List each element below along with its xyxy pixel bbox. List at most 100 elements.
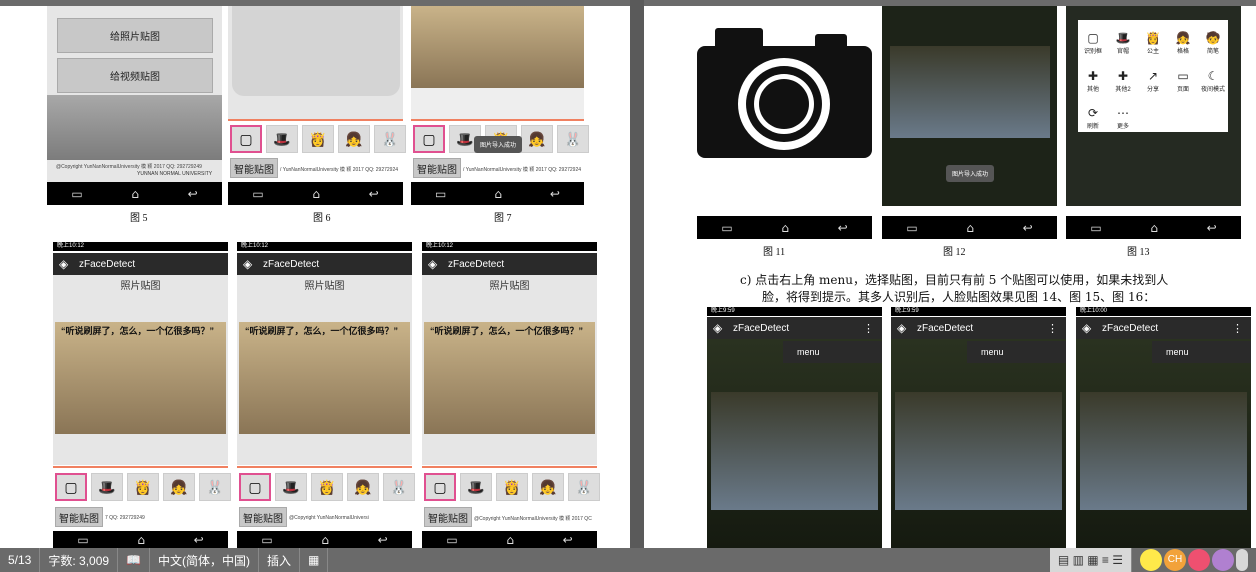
menu-grid-item[interactable]: ⋯ 更多 (1108, 95, 1138, 132)
sticker-hat[interactable]: 🎩 (460, 473, 492, 501)
sticker-gege[interactable]: 👧 (521, 125, 553, 153)
macro-icon[interactable]: ▦ (300, 548, 329, 572)
spellcheck-icon[interactable]: 📖 (118, 548, 151, 572)
recent-icon[interactable]: ▭ (446, 533, 457, 547)
sticker-frame[interactable]: ▢ (55, 473, 87, 501)
word-count[interactable]: 字数: 3,009 (40, 548, 119, 572)
home-icon[interactable]: ⌂ (966, 221, 974, 235)
sticker-frame[interactable]: ▢ (424, 473, 456, 501)
sticker-bunny[interactable]: 🐰 (568, 473, 600, 501)
menu-item[interactable]: menu (1152, 341, 1251, 363)
menu-grid-item[interactable]: 🎩 官帽 (1108, 20, 1138, 57)
insert-mode[interactable]: 插入 (259, 548, 301, 572)
home-icon[interactable]: ⌂ (321, 533, 329, 547)
smart-sticker-button[interactable]: 智能贴图 (413, 158, 461, 178)
photo-sticker-button[interactable]: 给照片贴图 (57, 18, 213, 53)
sticker-bunny[interactable]: 🐰 (374, 125, 406, 153)
back-icon[interactable]: ↩ (378, 533, 388, 547)
recent-icon[interactable]: ▭ (435, 187, 446, 201)
paragraph-line-2: 脸，将得到提示。其多人识别后，人脸贴图效果见图 14、图 15、图 16： (762, 290, 1156, 304)
menu-grid-item[interactable]: 👸 公主 (1138, 20, 1168, 57)
sticker-hat[interactable]: 🎩 (91, 473, 123, 501)
home-icon[interactable]: ⌂ (506, 533, 514, 547)
back-icon[interactable]: ↩ (563, 533, 573, 547)
back-icon[interactable]: ↩ (1207, 221, 1217, 235)
sticker-gege[interactable]: 👧 (532, 473, 564, 501)
sticker-bunny[interactable]: 🐰 (199, 473, 231, 501)
sticker-gege[interactable]: 👧 (163, 473, 195, 501)
menu-grid-item[interactable]: 👧 格格 (1168, 20, 1198, 57)
overflow-menu-icon[interactable]: ⋮ (1232, 322, 1243, 335)
menu-item[interactable]: menu (783, 341, 882, 363)
home-icon[interactable]: ⌂ (781, 221, 789, 235)
back-icon[interactable]: ↩ (838, 221, 848, 235)
back-icon[interactable]: ↩ (188, 187, 198, 201)
ime-logo-icon[interactable] (1140, 549, 1162, 571)
menu-grid-item[interactable]: 🧒 简笔 (1198, 20, 1228, 57)
recent-icon[interactable]: ▭ (1090, 221, 1101, 235)
home-icon[interactable]: ⌂ (137, 533, 145, 547)
portrait-photo (411, 6, 584, 88)
home-icon[interactable]: ⌂ (494, 187, 502, 201)
grid-item-icon: ⋯ (1117, 105, 1129, 120)
language-indicator[interactable]: 中文(简体，中国) (150, 548, 260, 572)
android-nav-bar: ▭ ⌂ ↩ (53, 531, 228, 548)
back-icon[interactable]: ↩ (194, 533, 204, 547)
ime-toolbar[interactable]: CH (1132, 548, 1256, 572)
menu-grid-item[interactable]: ☾ 夜间模式 (1198, 57, 1228, 94)
menu-grid-item[interactable]: ▢ 识别框 (1078, 20, 1108, 57)
ime-more-icon[interactable] (1236, 549, 1248, 571)
sticker-hat[interactable]: 🎩 (266, 125, 298, 153)
sticker-hat[interactable]: 🎩 (275, 473, 307, 501)
back-icon[interactable]: ↩ (550, 187, 560, 201)
recent-icon[interactable]: ▭ (261, 533, 272, 547)
ime-ch-icon[interactable]: CH (1164, 549, 1186, 571)
view-buttons[interactable]: ▤ ▥ ▦ ≡ ☰ (1049, 548, 1132, 572)
sticker-frame[interactable]: ▢ (239, 473, 271, 501)
sticker-princess[interactable]: 👸 (496, 473, 528, 501)
recent-icon[interactable]: ▭ (77, 533, 88, 547)
menu-item[interactable]: menu (967, 341, 1066, 363)
sticker-princess[interactable]: 👸 (302, 125, 334, 153)
grid-item-label: 公主 (1146, 49, 1159, 56)
app-title-bar: ◈ zFaceDetect (237, 253, 412, 275)
recent-icon[interactable]: ▭ (71, 187, 82, 201)
sticker-bunny[interactable]: 🐰 (557, 125, 589, 153)
recent-icon[interactable]: ▭ (252, 187, 263, 201)
portrait-photo (424, 322, 595, 434)
sticker-gege[interactable]: 👧 (347, 473, 379, 501)
back-icon[interactable]: ↩ (1023, 221, 1033, 235)
smart-sticker-button[interactable]: 智能贴图 (424, 507, 472, 527)
menu-grid-item[interactable]: ✚ 其他2 (1108, 57, 1138, 94)
android-nav-bar: ▭ ⌂ ↩ (422, 531, 597, 548)
smart-sticker-button[interactable]: 智能贴图 (55, 507, 103, 527)
overflow-menu-icon[interactable]: ⋮ (1047, 322, 1058, 335)
video-sticker-button[interactable]: 给视频贴图 (57, 58, 213, 93)
sticker-frame[interactable]: ▢ (230, 125, 262, 153)
sticker-bunny[interactable]: 🐰 (383, 473, 415, 501)
menu-grid-item[interactable]: ✚ 其他 (1078, 57, 1108, 94)
grid-item-icon: ↗ (1147, 68, 1159, 83)
menu-grid-item[interactable]: ↗ 分享 (1138, 57, 1168, 94)
home-icon[interactable]: ⌂ (131, 187, 139, 201)
menu-grid-item[interactable]: ▭ 页面 (1168, 57, 1198, 94)
divider (237, 466, 412, 468)
android-nav-bar: ▭ ⌂ ↩ (228, 182, 403, 205)
sticker-princess[interactable]: 👸 (311, 473, 343, 501)
smart-sticker-button[interactable]: 智能贴图 (230, 158, 278, 178)
overflow-menu-icon[interactable]: ⋮ (863, 322, 874, 335)
recent-icon[interactable]: ▭ (721, 221, 732, 235)
page-indicator[interactable]: 5/13 (0, 548, 41, 572)
ime-moon-icon[interactable] (1188, 549, 1210, 571)
recent-icon[interactable]: ▭ (906, 221, 917, 235)
sticker-frame[interactable]: ▢ (413, 125, 445, 153)
menu-grid-item[interactable]: ⟳ 刷新 (1078, 95, 1108, 132)
fig6-placeholder (228, 6, 403, 120)
back-icon[interactable]: ↩ (369, 187, 379, 201)
sticker-princess[interactable]: 👸 (127, 473, 159, 501)
smart-sticker-button[interactable]: 智能贴图 (239, 507, 287, 527)
sticker-gege[interactable]: 👧 (338, 125, 370, 153)
home-icon[interactable]: ⌂ (1150, 221, 1158, 235)
ime-settings-icon[interactable] (1212, 549, 1234, 571)
home-icon[interactable]: ⌂ (312, 187, 320, 201)
